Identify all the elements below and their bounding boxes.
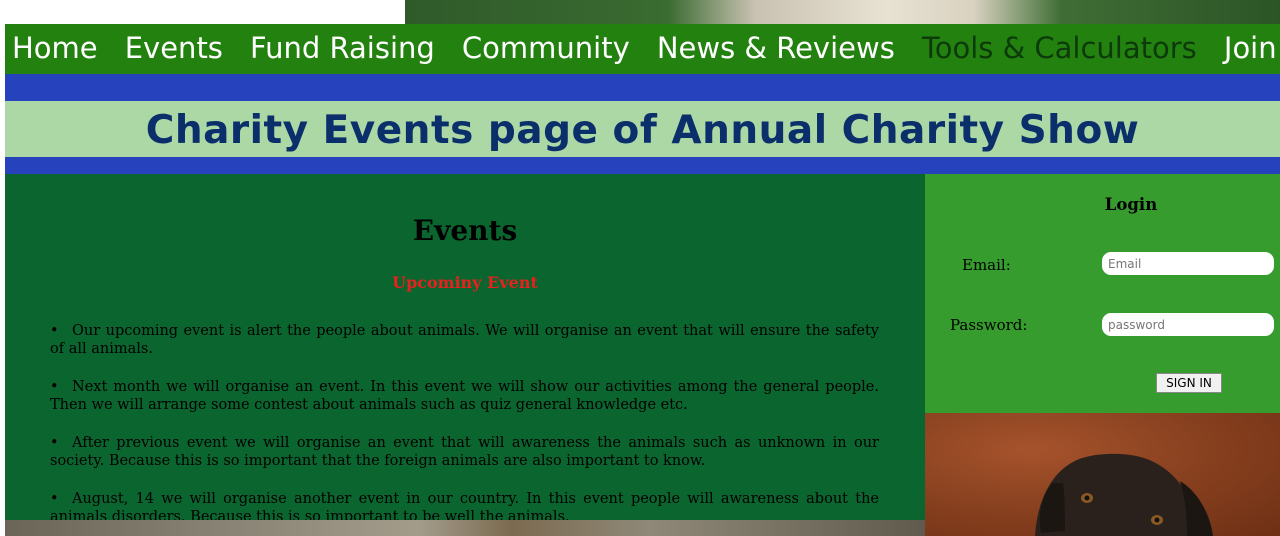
password-field[interactable]: [1102, 313, 1274, 336]
nav-item-community[interactable]: Community: [462, 24, 630, 74]
title-bar: Charity Events page of Annual Charity Sh…: [5, 101, 1280, 157]
nav-item-events[interactable]: Events: [125, 24, 223, 74]
upcoming-event-heading: Upcominy Event: [392, 273, 538, 292]
email-field[interactable]: [1102, 252, 1274, 275]
events-list: • Our upcoming event is alert the people …: [50, 322, 879, 520]
list-item: • August, 14 we will organise another eve…: [50, 490, 879, 520]
bullet-icon: •: [50, 323, 59, 339]
list-item-text: Our upcoming event is alert the people a…: [50, 323, 879, 357]
list-item: • After previous event we will organise a…: [50, 434, 879, 470]
list-item-text: Next month we will organise an event. In…: [50, 379, 879, 413]
email-label: Email:: [962, 256, 1011, 274]
animals-photo: [5, 520, 925, 536]
nav-item-tools-calculators[interactable]: Tools & Calculators: [922, 24, 1197, 74]
dog-image: [1035, 453, 1213, 536]
list-item-text: After previous event we will organise an…: [50, 435, 879, 469]
nav-item-home[interactable]: Home: [12, 24, 98, 74]
events-content: Events Upcominy Event • Our upcoming even…: [5, 174, 925, 520]
header-band-top: [5, 74, 1280, 101]
list-item: • Next month we will organise an event. I…: [50, 378, 879, 414]
header-band-bottom: [5, 157, 1280, 174]
events-heading: Events: [412, 214, 518, 247]
page-title: Charity Events page of Annual Charity Sh…: [145, 108, 1140, 153]
list-item-text: August, 14 we will organise another even…: [50, 491, 879, 520]
nav-item-news-reviews[interactable]: News & Reviews: [657, 24, 895, 74]
main-nav: Home Events Fund Raising Community News …: [5, 24, 1280, 74]
bullet-icon: •: [50, 379, 59, 395]
dog-photo: [925, 413, 1280, 536]
bullet-icon: •: [50, 435, 59, 451]
nav-item-join-us[interactable]: Join Us Now: [1224, 24, 1280, 74]
login-panel: Login Email: Password: SIGN IN: [925, 174, 1280, 413]
list-item: • Our upcoming event is alert the people …: [50, 322, 879, 358]
header-banner-photo: [405, 0, 1280, 24]
login-title: Login: [1104, 195, 1158, 214]
password-label: Password:: [950, 316, 1028, 334]
nav-item-fund-raising[interactable]: Fund Raising: [250, 24, 435, 74]
bullet-icon: •: [50, 491, 59, 507]
sign-in-button[interactable]: SIGN IN: [1156, 373, 1222, 393]
